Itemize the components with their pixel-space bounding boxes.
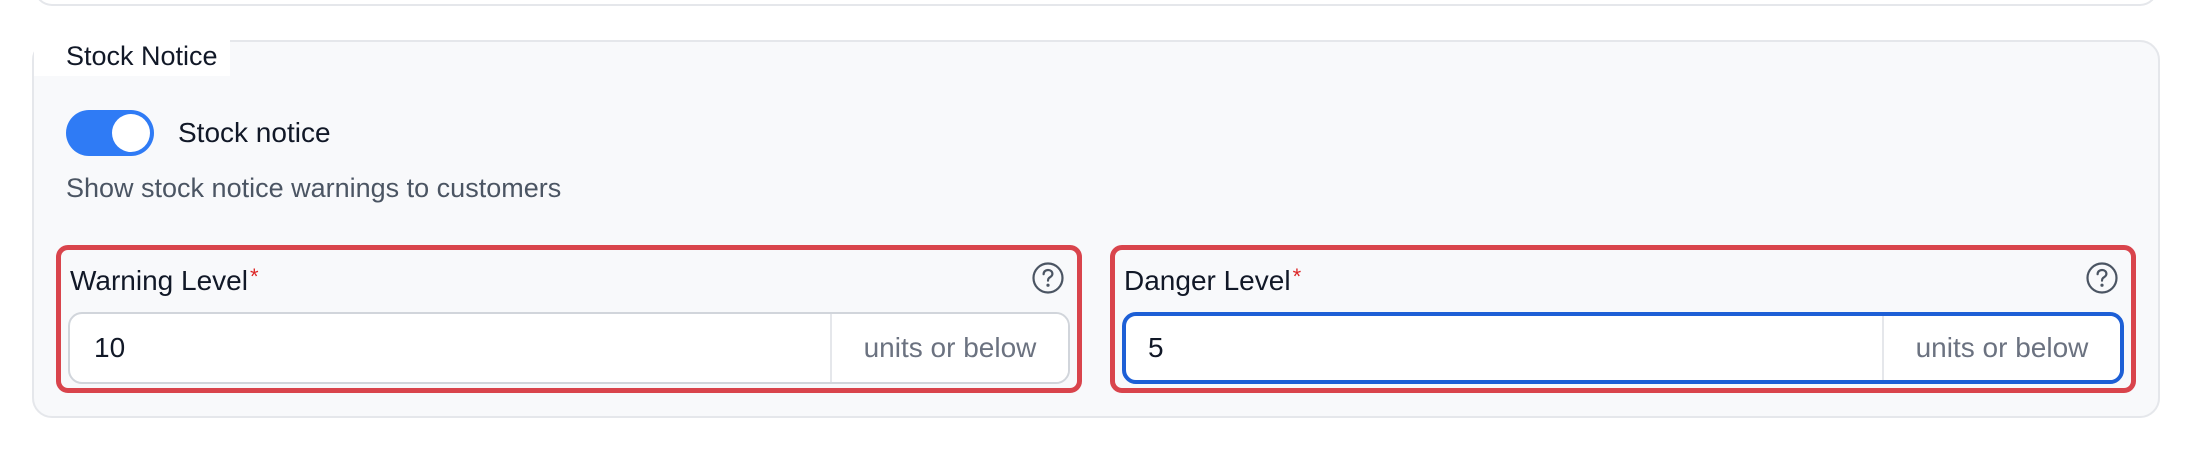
question-circle-icon[interactable] [2085, 261, 2119, 295]
warning-level-suffix: units or below [830, 314, 1068, 382]
danger-level-field: Danger Level* units or below [1110, 245, 2136, 393]
warning-level-field: Warning Level* units or below [56, 245, 1082, 393]
warning-level-label: Warning Level* [70, 264, 259, 296]
toggle-knob [112, 114, 150, 152]
required-mark: * [1292, 264, 1302, 289]
danger-level-input[interactable] [1126, 316, 1882, 380]
danger-level-label: Danger Level* [1124, 264, 1302, 296]
section-legend: Stock Notice [34, 36, 230, 76]
danger-level-suffix: units or below [1882, 316, 2120, 380]
stock-notice-toggle-label: Stock notice [178, 117, 331, 148]
danger-level-input-group: units or below [1122, 312, 2124, 384]
required-mark: * [249, 264, 259, 289]
stock-notice-toggle[interactable] [66, 110, 154, 156]
warning-level-input-group: units or below [68, 312, 1070, 384]
stock-notice-description: Show stock notice warnings to customers [66, 173, 562, 203]
warning-level-input[interactable] [70, 314, 830, 382]
previous-card-edge [34, 0, 2158, 6]
question-circle-icon[interactable] [1031, 261, 1065, 295]
